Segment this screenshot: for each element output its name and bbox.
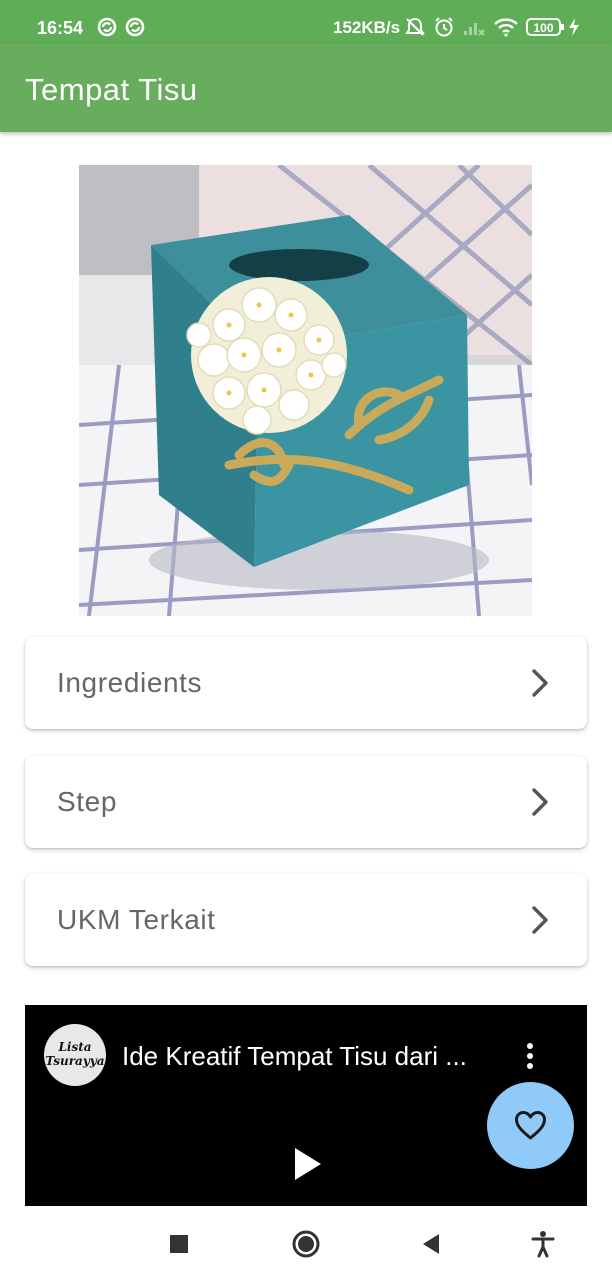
more-vertical-icon[interactable] xyxy=(520,1041,540,1071)
chevron-right-icon xyxy=(527,786,553,818)
system-nav-bar xyxy=(0,1206,612,1280)
wifi-icon xyxy=(493,16,518,40)
signal-icon xyxy=(462,16,486,40)
menu-item-label: UKM Terkait xyxy=(57,904,216,935)
channel-logo-text: Lista Tsurayya xyxy=(45,1040,105,1068)
play-icon[interactable] xyxy=(293,1146,323,1182)
video-title[interactable]: Ide Kreatif Tempat Tisu dari ... xyxy=(122,1041,497,1071)
channel-avatar[interactable]: Lista Tsurayya xyxy=(44,1024,106,1086)
menu-item-label: Ingredients xyxy=(57,667,203,698)
back-icon[interactable] xyxy=(416,1229,446,1259)
charging-icon xyxy=(567,16,581,40)
page-title: Tempat Tisu xyxy=(25,72,198,107)
alarm-icon xyxy=(433,16,457,40)
sync-icon xyxy=(96,16,120,40)
chevron-right-icon xyxy=(527,904,553,936)
network-speed: 152KB/s xyxy=(333,18,401,37)
recents-icon[interactable] xyxy=(164,1229,194,1259)
product-image xyxy=(79,165,532,616)
tissue-box-photo xyxy=(79,165,532,616)
status-time: 16:54 xyxy=(37,18,84,38)
battery-level: 100 xyxy=(533,21,553,35)
mute-icon xyxy=(404,16,428,40)
chevron-right-icon xyxy=(527,667,553,699)
menu-item-step[interactable]: Step xyxy=(25,756,587,848)
heart-outline-icon xyxy=(515,1111,546,1140)
menu-item-ukm-terkait[interactable]: UKM Terkait xyxy=(25,874,587,966)
menu-item-label: Step xyxy=(57,786,117,817)
battery-icon: 100 xyxy=(526,16,566,40)
app-bar: Tempat Tisu xyxy=(0,44,612,132)
status-bar: 16:54 152KB/s 100 xyxy=(0,0,612,44)
sync-icon xyxy=(124,16,148,40)
menu-item-ingredients[interactable]: Ingredients xyxy=(25,637,587,729)
favorite-button[interactable] xyxy=(487,1082,574,1169)
accessibility-icon[interactable] xyxy=(528,1229,558,1259)
home-icon[interactable] xyxy=(291,1229,321,1259)
